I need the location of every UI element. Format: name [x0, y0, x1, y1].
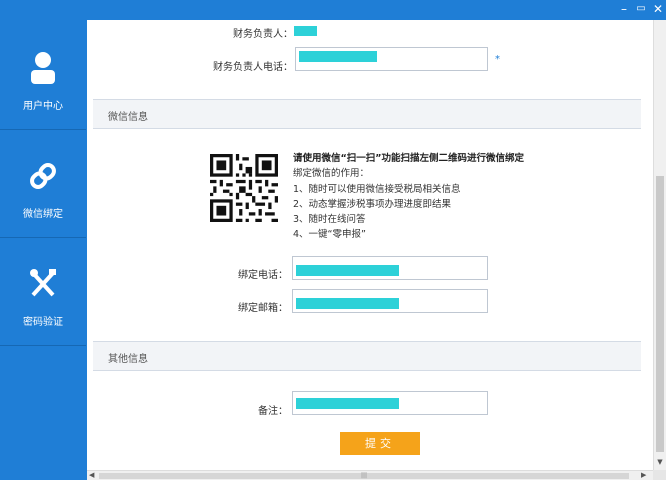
remark-field[interactable]: [292, 391, 488, 415]
section-title: 微信信息: [108, 112, 148, 123]
wechat-purpose-item: 3、随时在线问答: [293, 214, 366, 225]
bind-phone-field[interactable]: [292, 256, 488, 280]
wechat-purpose-title: 绑定微信的作用：: [293, 168, 370, 179]
maximize-button[interactable]: ▭: [634, 1, 648, 17]
sidebar-item-label: 微信绑定: [23, 209, 63, 220]
sidebar: 用户中心 微信绑定 密码验证: [0, 20, 87, 480]
wechat-instruction-title: 请使用微信“扫一扫”功能扫描左侧二维码进行微信绑定: [293, 153, 524, 164]
required-mark: *: [495, 54, 500, 65]
redacted-value: [296, 298, 399, 309]
finance-phone-label: 财务负责人电话：: [213, 62, 293, 73]
sidebar-item-wechat-binding[interactable]: 微信绑定: [0, 131, 86, 238]
finance-manager-label: 财务负责人：: [233, 29, 293, 40]
redacted-value: [296, 265, 399, 276]
close-button[interactable]: ✕: [651, 1, 665, 17]
submit-button[interactable]: 提交: [340, 432, 420, 455]
wechat-purpose-item: 1、随时可以使用微信接受税局相关信息: [293, 184, 461, 195]
link-icon: [30, 163, 56, 189]
scroll-left-arrow-icon[interactable]: ◀: [89, 471, 94, 479]
main-panel: 财务负责人： 财务负责人电话： * 微信信息 请使用微信“扫一扫”功能扫描左侧二…: [87, 20, 653, 470]
scrollbar-corner: [653, 470, 666, 480]
sidebar-item-password-verification[interactable]: 密码验证: [0, 239, 86, 346]
user-icon: [31, 52, 55, 84]
scroll-down-arrow-icon[interactable]: ▼: [654, 458, 666, 466]
wechat-purpose-item: 2、动态掌握涉税事项办理进度即结果: [293, 199, 452, 210]
vertical-scroll-thumb[interactable]: [656, 176, 664, 452]
wechat-purpose-item: 4、一键“零申报”: [293, 229, 366, 240]
finance-phone-field[interactable]: [295, 47, 488, 71]
qr-code-image: [210, 154, 278, 222]
minimize-button[interactable]: –: [617, 1, 631, 17]
redacted-value: [299, 51, 377, 62]
tools-icon: [30, 269, 56, 297]
section-title: 其他信息: [108, 354, 148, 365]
sidebar-item-label: 密码验证: [23, 317, 63, 328]
horizontal-scrollbar[interactable]: ◀ ||| ▶: [87, 470, 653, 480]
sidebar-item-label: 用户中心: [23, 101, 63, 112]
form-content: 财务负责人： 财务负责人电话： * 微信信息 请使用微信“扫一扫”功能扫描左侧二…: [93, 20, 641, 470]
title-bar: – ▭ ✕: [0, 0, 666, 20]
remark-label: 备注：: [258, 406, 288, 417]
bind-phone-label: 绑定电话：: [238, 270, 288, 281]
wechat-section-header: 微信信息: [93, 99, 641, 129]
scroll-right-arrow-icon[interactable]: ▶: [641, 471, 646, 479]
finance-manager-value: [294, 26, 317, 36]
redacted-value: [296, 398, 399, 409]
bind-email-field[interactable]: [292, 289, 488, 313]
horizontal-scroll-thumb[interactable]: |||: [99, 473, 629, 479]
other-section-header: 其他信息: [93, 341, 641, 371]
vertical-scrollbar[interactable]: ▼: [653, 20, 666, 470]
sidebar-item-user-center[interactable]: 用户中心: [0, 23, 86, 130]
bind-email-label: 绑定邮箱：: [238, 303, 288, 314]
